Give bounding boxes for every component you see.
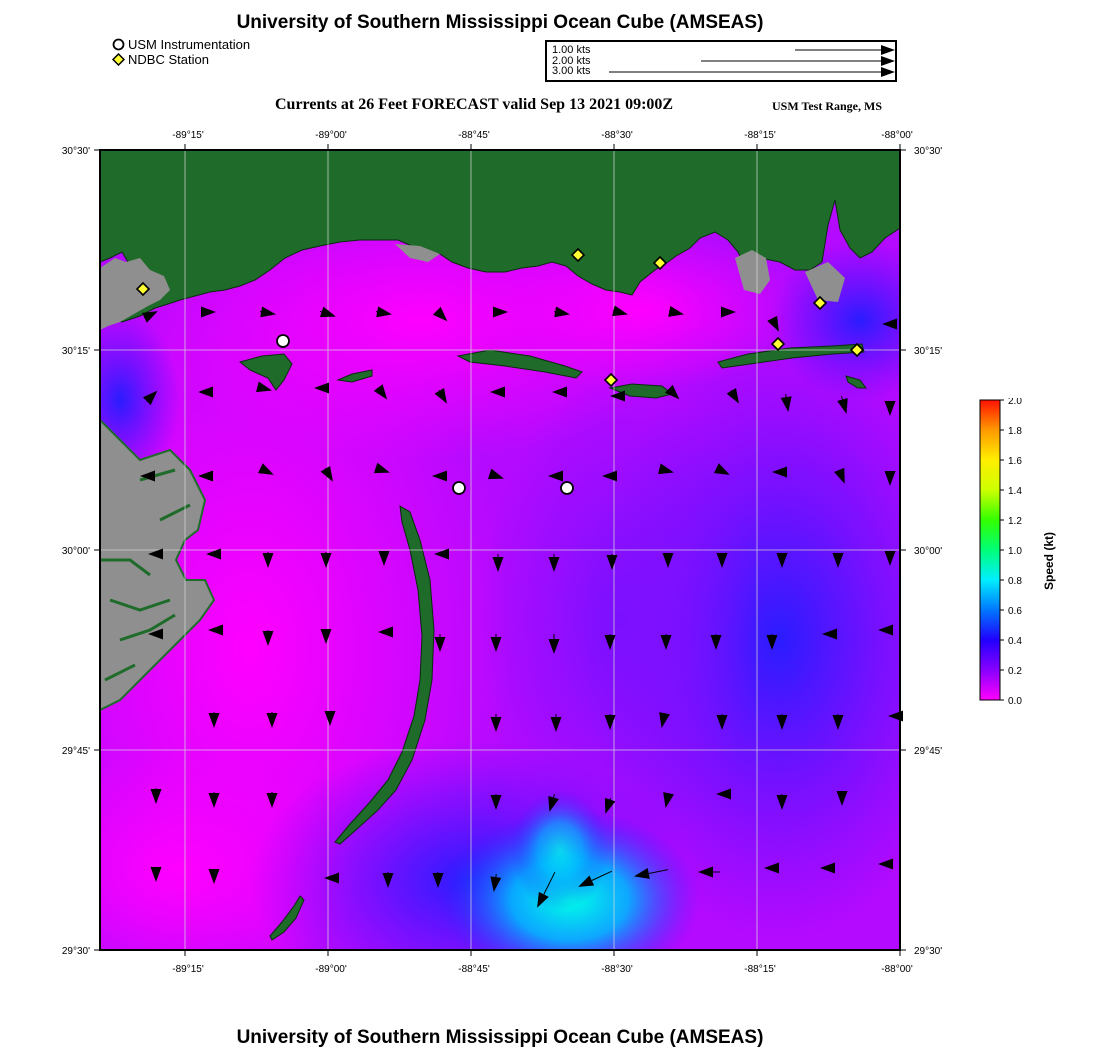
lat-tick-label: 30°15' bbox=[62, 346, 90, 357]
lon-tick-label: -88°15' bbox=[744, 964, 776, 975]
colorbar-tick: 1.0 bbox=[1008, 546, 1022, 557]
lat-tick-label: 30°30' bbox=[62, 146, 90, 157]
lon-labels-top: -89°15' -89°00' -88°45' -88°30' -88°15' … bbox=[172, 130, 913, 141]
lat-tick-label: 29°30' bbox=[62, 946, 90, 957]
lat-tick-label: 30°15' bbox=[914, 346, 942, 357]
lat-labels-right: 30°30' 30°15' 30°00' 29°45' 29°30' bbox=[914, 146, 942, 957]
colorbar-tick: 0.6 bbox=[1008, 606, 1022, 617]
lat-tick-label: 29°45' bbox=[914, 746, 942, 757]
lon-tick-label: -88°30' bbox=[601, 964, 633, 975]
colorbar-tick: 0.0 bbox=[1008, 696, 1022, 706]
colorbar-tick: 0.2 bbox=[1008, 666, 1022, 677]
colorbar-tick: 1.4 bbox=[1008, 486, 1022, 497]
colorbar-tick: 1.2 bbox=[1008, 516, 1022, 527]
lat-tick-label: 29°45' bbox=[62, 746, 90, 757]
footer-title: University of Southern Mississippi Ocean… bbox=[236, 1027, 764, 1048]
lat-labels-left: 30°30' 30°15' 30°00' 29°45' 29°30' bbox=[62, 146, 90, 957]
lon-tick-label: -88°45' bbox=[458, 964, 490, 975]
lat-tick-label: 30°00' bbox=[62, 546, 90, 557]
colorbar-tick: 1.6 bbox=[1008, 456, 1022, 467]
colorbar-tick: 2.0 bbox=[1008, 398, 1022, 407]
lon-tick-label: -89°00' bbox=[315, 130, 347, 141]
colorbar-graphic: 2.0 1.8 1.6 1.4 1.2 1.0 0.8 0.6 0.4 0.2 … bbox=[979, 396, 1022, 707]
lon-tick-label: -89°15' bbox=[172, 964, 204, 975]
lat-tick-label: 30°30' bbox=[914, 146, 942, 157]
usm-instrument-marker[interactable] bbox=[560, 481, 574, 495]
colorbar-tick: 1.8 bbox=[1008, 426, 1022, 437]
speed-colorbar: 2.0 1.8 1.6 1.4 1.2 1.0 0.8 0.6 0.4 0.2 … bbox=[978, 396, 1038, 711]
current-map: -89°15' -89°00' -88°45' -88°30' -88°15' … bbox=[62, 130, 942, 975]
lat-tick-label: 30°00' bbox=[914, 546, 942, 557]
lon-tick-label: -88°45' bbox=[458, 130, 490, 141]
lon-tick-label: -89°15' bbox=[172, 130, 204, 141]
colorbar-label: Speed (kt) bbox=[1042, 531, 1056, 590]
lon-tick-label: -88°30' bbox=[601, 130, 633, 141]
lon-tick-label: -88°00' bbox=[881, 130, 913, 141]
lon-tick-label: -88°15' bbox=[744, 130, 776, 141]
colorbar-tick: 0.4 bbox=[1008, 636, 1022, 647]
lon-tick-label: -88°00' bbox=[881, 964, 913, 975]
lon-labels-bottom: -89°15' -89°00' -88°45' -88°30' -88°15' … bbox=[172, 964, 913, 975]
usm-instrument-marker[interactable] bbox=[276, 334, 290, 348]
usm-instrument-marker[interactable] bbox=[452, 481, 466, 495]
lon-tick-label: -89°00' bbox=[315, 964, 347, 975]
lat-tick-label: 29°30' bbox=[914, 946, 942, 957]
colorbar-tick: 0.8 bbox=[1008, 576, 1022, 587]
